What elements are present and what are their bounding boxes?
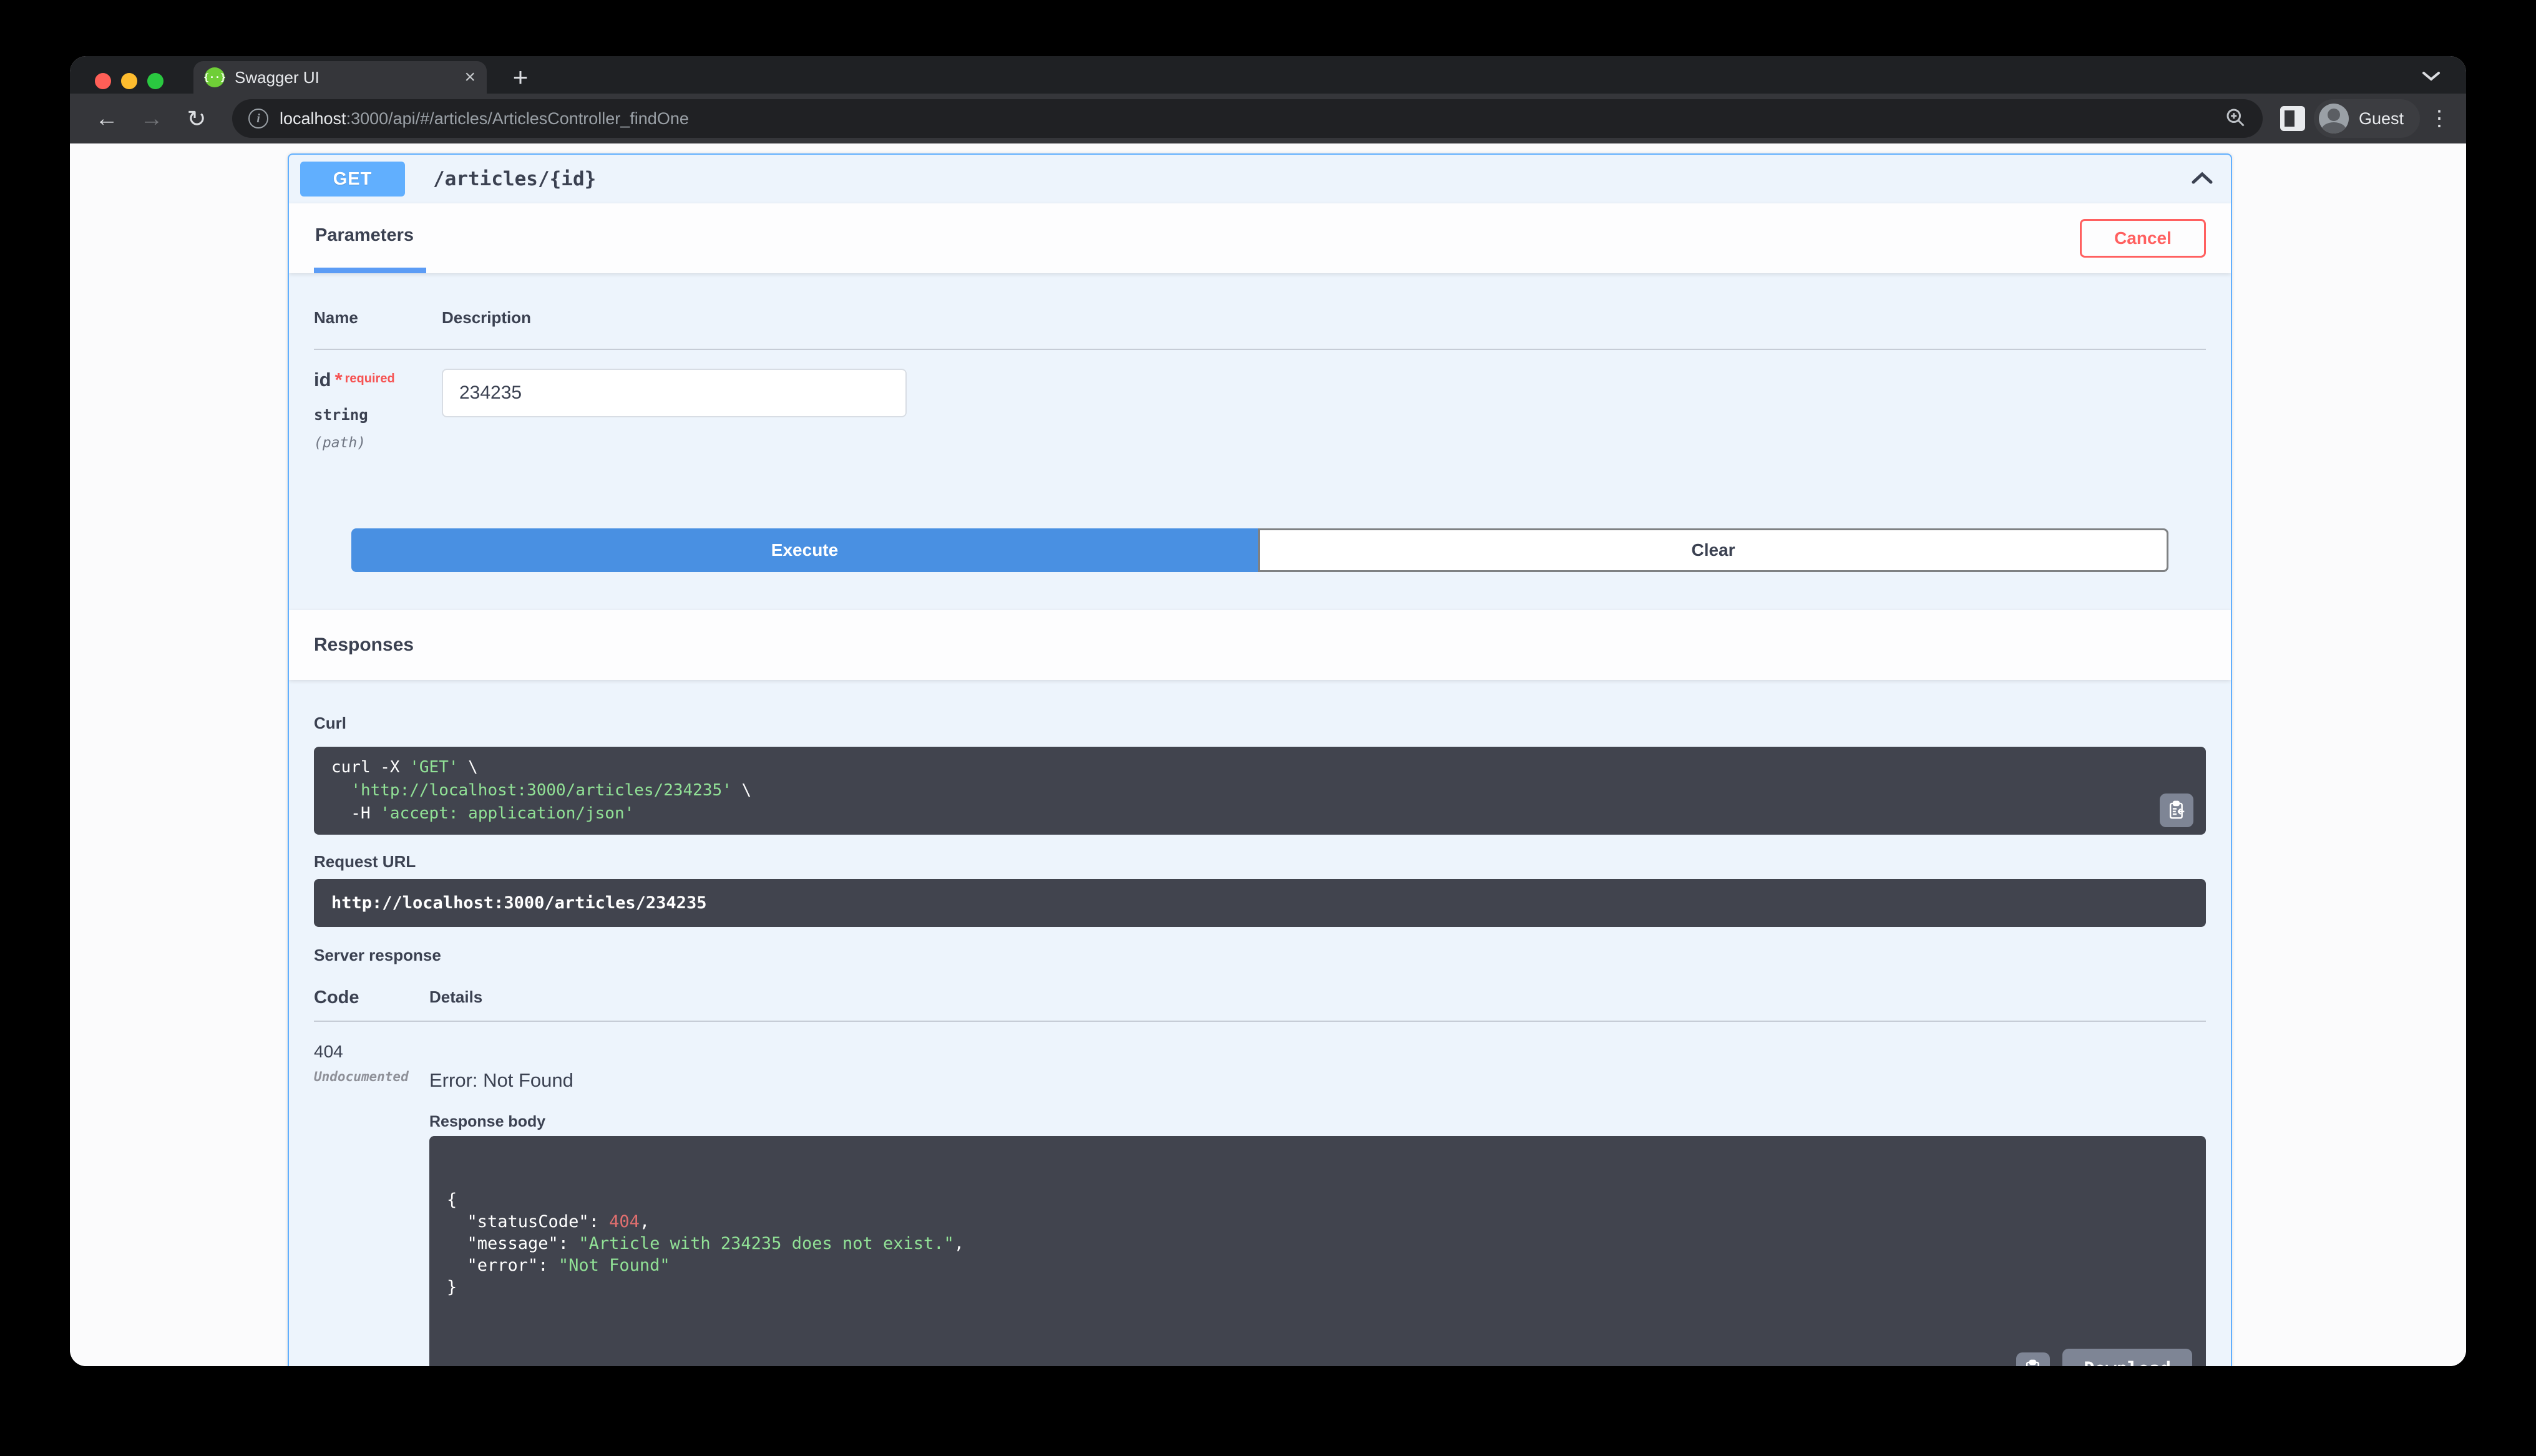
- description-column-header: Description: [442, 308, 532, 327]
- clear-button[interactable]: Clear: [1258, 528, 2168, 572]
- code-line: 'http://localhost:3000/articles/234235' …: [351, 781, 752, 800]
- parameter-row-id: id * required string (path): [314, 350, 2206, 451]
- parameters-table-header: Name Description: [314, 308, 2206, 350]
- curl-command-block: curl -X 'GET' \ 'http://localhost:3000/a…: [314, 747, 2206, 835]
- response-code-cell: 404 Undocumented: [314, 1042, 429, 1366]
- browser-toolbar: ← → ↻ i localhost:3000/api/#/articles/Ar…: [70, 94, 2466, 143]
- zoom-icon[interactable]: [2224, 106, 2246, 132]
- code-line: "message": "Article with 234235 does not…: [447, 1234, 965, 1253]
- chevron-down-icon[interactable]: [2417, 65, 2445, 87]
- required-label: required: [344, 372, 395, 386]
- http-method-badge: GET: [300, 162, 405, 197]
- execute-button-group: Execute Clear: [351, 528, 2168, 572]
- opblock-get-articles-id: GET /articles/{id} Parameters Cancel Nam…: [288, 153, 2232, 1366]
- parameter-meta: id * required string (path): [314, 369, 442, 451]
- address-bar[interactable]: i localhost:3000/api/#/articles/Articles…: [232, 99, 2263, 138]
- parameters-tab-label: Parameters: [315, 225, 414, 245]
- opblock-summary[interactable]: GET /articles/{id}: [289, 155, 2231, 203]
- id-parameter-input[interactable]: [442, 369, 907, 417]
- parameters-container: Name Description id * required string (pat…: [289, 273, 2231, 610]
- url-host: localhost: [280, 109, 346, 128]
- side-panel-icon[interactable]: [2280, 106, 2305, 131]
- details-column-header: Details: [429, 988, 483, 1006]
- profile-name: Guest: [2358, 109, 2404, 128]
- url-text: localhost:3000/api/#/articles/ArticlesCo…: [280, 109, 2213, 129]
- reload-button[interactable]: ↻: [178, 100, 215, 137]
- code-line: }: [447, 1278, 457, 1297]
- parameter-name: id: [314, 369, 331, 391]
- tab-swagger-ui[interactable]: {··} Swagger UI ×: [193, 61, 487, 94]
- request-url-label: Request URL: [314, 852, 416, 871]
- parameter-location: (path): [314, 435, 366, 451]
- new-tab-button[interactable]: +: [503, 61, 538, 94]
- code-column-header: Code: [314, 988, 359, 1007]
- browser-menu-icon[interactable]: ⋮: [2429, 106, 2450, 131]
- tab-parameters[interactable]: Parameters: [314, 203, 426, 273]
- close-window-button[interactable]: [95, 73, 111, 89]
- code-line: -H 'accept: application/json': [331, 804, 635, 823]
- maximize-window-button[interactable]: [147, 73, 163, 89]
- parameter-value-cell: [442, 369, 907, 451]
- response-body-label: Response body: [429, 1113, 546, 1130]
- copy-response-button[interactable]: [2016, 1352, 2050, 1366]
- tab-title: Swagger UI: [235, 67, 319, 87]
- code-line: {: [447, 1190, 457, 1210]
- execute-button[interactable]: Execute: [351, 528, 1258, 572]
- browser-window: {··} Swagger UI × + ← → ↻ i localhost:30…: [70, 56, 2466, 1366]
- name-column-header: Name: [314, 308, 358, 327]
- forward-button[interactable]: →: [134, 100, 170, 137]
- status-code: 404: [314, 1042, 343, 1061]
- minimize-window-button[interactable]: [121, 73, 137, 89]
- code-line: "error": "Not Found": [447, 1256, 670, 1275]
- back-button[interactable]: ←: [89, 100, 125, 137]
- response-body-json: { "statusCode": 404, "message": "Article…: [447, 1189, 2188, 1298]
- response-details-cell: Error: Not Found Response body { "status…: [429, 1042, 2206, 1366]
- required-asterisk: *: [334, 369, 343, 391]
- copy-curl-button[interactable]: [2160, 794, 2193, 827]
- swagger-page: GET /articles/{id} Parameters Cancel Nam…: [70, 143, 2466, 1366]
- responses-section-header: Responses: [289, 610, 2231, 680]
- code-line: "statusCode": 404,: [447, 1212, 650, 1231]
- avatar-icon: [2318, 104, 2349, 133]
- swagger-favicon-icon: {··}: [203, 67, 226, 87]
- responses-title: Responses: [314, 634, 414, 655]
- response-description: Error: Not Found: [429, 1069, 573, 1091]
- endpoint-path: /articles/{id}: [433, 168, 597, 190]
- site-info-icon[interactable]: i: [248, 109, 268, 129]
- response-table-header: Code Details: [314, 988, 2206, 1022]
- profile-button[interactable]: Guest: [2313, 99, 2420, 138]
- server-response-label: Server response: [314, 946, 441, 964]
- curl-label: Curl: [314, 714, 346, 732]
- response-row-404: 404 Undocumented Error: Not Found Respon…: [314, 1022, 2206, 1366]
- response-body-block: { "statusCode": 404, "message": "Article…: [429, 1136, 2206, 1366]
- code-line: curl -X 'GET' \: [331, 758, 478, 777]
- cancel-button[interactable]: Cancel: [2080, 219, 2206, 258]
- parameter-type: string: [314, 406, 368, 424]
- tab-strip: {··} Swagger UI × +: [70, 56, 2466, 94]
- tab-close-icon[interactable]: ×: [464, 68, 476, 87]
- request-url-block: http://localhost:3000/articles/234235: [314, 879, 2206, 927]
- undocumented-label: Undocumented: [314, 1069, 409, 1084]
- download-button[interactable]: Download: [2062, 1349, 2192, 1366]
- parameters-section-header: Parameters Cancel: [289, 203, 2231, 273]
- collapse-chevron-up-icon[interactable]: [2191, 171, 2213, 188]
- url-path: :3000/api/#/articles/ArticlesController_…: [346, 109, 689, 128]
- responses-container: Curl curl -X 'GET' \ 'http://localhost:3…: [289, 680, 2231, 1366]
- code-line: http://localhost:3000/articles/234235: [331, 893, 707, 913]
